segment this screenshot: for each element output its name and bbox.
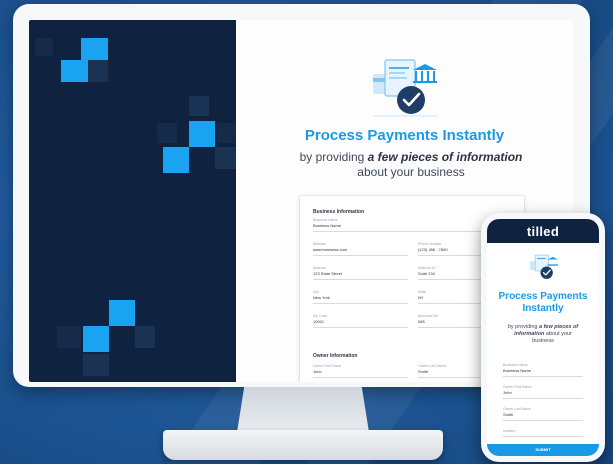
business-section-title: Business Information [313,209,365,215]
owner-section-title: Owner Information [313,353,358,359]
logo-square [83,326,109,352]
mobile-header: tilled [487,219,599,243]
subtitle-emphasis: a few pieces of information [367,150,523,164]
monitor-stand-base [163,430,443,460]
zip-code-field[interactable]: Zip Code 10001 [313,314,408,328]
field-underline [313,303,408,304]
logo-square [88,60,108,82]
field-value: 10001 [313,319,325,324]
field-value: 123 State Street [313,271,342,276]
field-value: Business Name [503,368,532,373]
logo-square [189,121,215,147]
subtitle-prefix: by providing [299,150,368,164]
logo-square [157,123,177,143]
field-underline [503,376,583,377]
payments-illustration-icon [373,59,437,117]
mobile-business-name-field[interactable]: Business Name Business Name [503,363,583,377]
mobile-screen: tilled Process Payments Instantly by pro… [487,219,599,456]
logo-square [135,326,155,348]
mobile-title: Process Payments Instantly [498,291,588,314]
logo-square [35,38,53,56]
submit-button[interactable]: SUBMIT [487,444,599,456]
logo-square [189,96,209,116]
field-value: www.business.com [313,247,348,252]
brand-panel [29,20,236,382]
field-underline [313,377,408,378]
logo-square [217,123,236,143]
field-value: Smith [503,412,514,417]
mobile-owner-last-name-field[interactable]: Owner Last Name Smith [503,407,583,421]
page-title: Process Payments Instantly [304,127,505,144]
address-field[interactable]: Address 123 State Street [313,266,408,280]
field-underline [503,436,583,437]
monitor-stand-neck [237,387,369,431]
field-value: John [503,390,512,395]
logo-square [163,147,189,173]
field-underline [313,255,408,256]
field-underline [313,327,408,328]
subtitle-prefix: by providing [507,324,540,330]
logo-square [57,326,81,348]
mobile-industry-field[interactable]: Industry [503,429,583,437]
payments-illustration-icon [529,254,559,279]
field-value: John [313,369,322,374]
field-underline [313,279,408,280]
field-underline [503,420,583,421]
logo-square [109,300,135,326]
owner-first-name-field[interactable]: Owner First Name John [313,364,408,378]
field-label: Industry [503,429,516,433]
city-field[interactable]: City New York [313,290,408,304]
brand-logo: tilled [526,224,560,239]
page-subtitle: by providing a few pieces of information… [296,150,526,180]
mobile-phone: tilled Process Payments Instantly by pro… [481,213,605,462]
logo-square [61,60,88,82]
logo-square [215,147,236,169]
mobile-owner-first-name-field[interactable]: Owner First Name John [503,385,583,399]
website-field[interactable]: Website www.business.com [313,242,408,256]
mobile-subtitle: by providing a few pieces of information… [503,324,583,345]
logo-square [83,354,109,376]
field-underline [503,398,583,399]
field-value: New York [313,295,330,300]
logo-square [81,38,108,60]
subtitle-suffix: about your business [357,165,465,179]
